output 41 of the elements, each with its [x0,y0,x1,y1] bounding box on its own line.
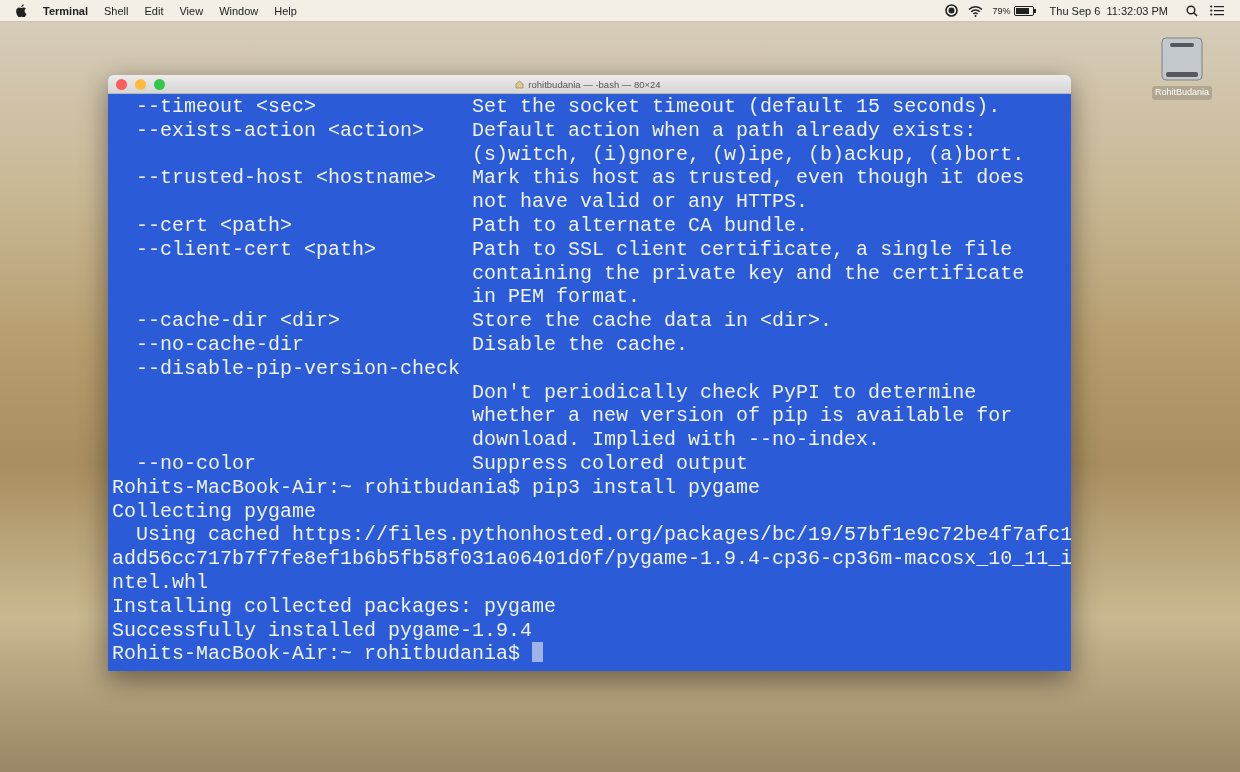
battery-icon[interactable] [1013,5,1036,16]
wifi-icon[interactable] [967,4,983,17]
menu-item[interactable]: Edit [136,0,172,22]
terminal-line: --timeout <sec> Set the socket timeout (default 15 seconds). [135,95,1001,119]
terminal-line: --cache-dir <dir> Store the cache data in <dir>. [135,309,833,333]
terminal-line: Don't periodically check PyPI to determine [471,380,977,405]
terminal-line: download. Implied with --no-index. [471,428,881,452]
terminal-line: --client-cert <path> Path to SSL client certificate, a single file [135,237,1013,262]
terminal-line: --disable-pip-version-check [135,356,461,381]
terminal-line: add56cc717b7f7fe8ef1b6b5fb58f031a06401d0f/pygame-1.9.4-cp36-cp36m-macosx_10_11_i [112,547,1071,571]
terminal-line: not have valid or any HTTPS. [471,190,809,214]
apple-logo-icon[interactable] [16,4,27,17]
terminal-line: Collecting pygame [112,499,317,524]
home-folder-icon [515,79,525,89]
terminal-line: Using cached https://files.pythonhosted.org/packages/bc/19/57bf1e9c72be4f7afc1 [135,523,1071,548]
record-icon[interactable] [944,4,958,17]
battery-percentage: 79% [991,4,1012,18]
terminal-line: --cert <path> Path to alternate CA bundle. [135,214,809,238]
menu-icon[interactable] [1210,5,1224,16]
hard-drive-icon[interactable] [1160,36,1204,82]
terminal-line: (s)witch, (i)gnore, (w)ipe, (b)ackup, (a)bort. [471,142,1025,167]
window-title: rohitbudania — -bash — 80×24 [528,77,661,92]
terminal-line: in PEM format. [471,285,641,310]
terminal-line: Successfully installed pygame-1.9.4 [112,618,533,643]
terminal-line: --no-cache-dir Disable the cache. [135,332,689,357]
terminal-line: ntel.whl [112,570,208,595]
terminal-line: whether a new version of pip is available for [471,404,1013,429]
menu-item[interactable]: View [171,0,212,22]
clock[interactable]: Thu Sep 6 11:32:03 PM [1041,0,1176,22]
terminal-line: --no-color Suppress colored output [135,451,749,476]
terminal-line: --trusted-host <hostname> Mark this host as trusted, even though it does [135,166,1025,191]
menu-item[interactable]: Help [266,0,305,22]
search-icon[interactable] [1186,4,1198,17]
terminal-line: Installing collected packages: pygame [112,594,557,619]
terminal-line: Rohits-MacBook-Air:~ rohitbudania$ [112,642,544,667]
terminal-line: containing the private key and the certificate [471,261,1025,286]
terminal-line: --exists-action <action> Default action when a path already exists: [135,118,977,143]
app-menu[interactable]: Terminal [35,0,97,22]
terminal-line: Rohits-MacBook-Air:~ rohitbudania$ pip3 install pygame [112,475,761,500]
menu-item[interactable]: Shell [96,0,137,22]
menu-item[interactable]: Window [211,0,267,22]
